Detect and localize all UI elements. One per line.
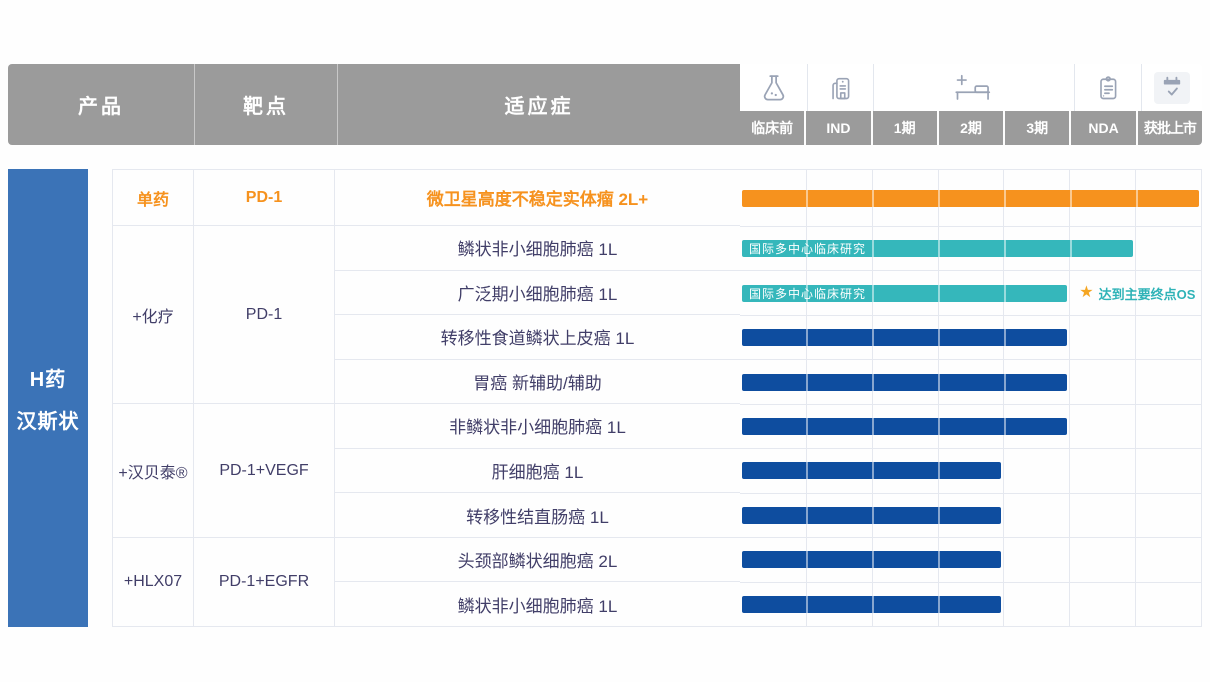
target-pd1-chemo: PD-1 <box>194 226 335 404</box>
flask-icon <box>740 64 807 111</box>
product-group-hanbeitai: +汉贝泰® <box>112 404 194 538</box>
bar-label: 国际多中心临床研究 <box>742 240 866 257</box>
star-icon: ★ <box>1079 285 1093 301</box>
hospital-bed-icon <box>873 64 1074 111</box>
drug-name-line2: 汉斯状 <box>17 405 80 434</box>
stage-bar-phase2 <box>742 596 1001 613</box>
stage-bar-phase2 <box>742 462 1001 479</box>
stage-bar-row: 国际多中心临床研究 ★ 达到主要终点OS <box>740 271 1201 315</box>
stage-bar-row <box>740 316 1201 360</box>
clipboard-icon <box>1074 64 1141 111</box>
stage-ind: IND <box>804 111 870 145</box>
indication-label: 转移性结直肠癌 1L <box>335 493 740 538</box>
stage-bar-phase2 <box>742 507 1001 524</box>
pipeline-chart: 产品 靶点 适应症 <box>0 0 1210 682</box>
indication-label: 胃癌 新辅助/辅助 <box>335 360 740 405</box>
indication-label: 非鳞状非小细胞肺癌 1L <box>335 404 740 449</box>
stage-header: 临床前 IND 1期 2期 3期 NDA 获批上市 <box>740 64 1202 145</box>
indication-label: 肝细胞癌 1L <box>335 449 740 494</box>
calendar-check-chip <box>1154 72 1190 104</box>
indication-label: 鳞状非小细胞肺癌 1L <box>335 226 740 271</box>
indication-label: 转移性食道鳞状上皮癌 1L <box>335 315 740 360</box>
target-pd1-mono: PD-1 <box>194 169 335 226</box>
product-group-chemo: +化疗 <box>112 226 194 404</box>
stage-bar-phase2 <box>742 551 1001 568</box>
stage-phase3: 3期 <box>1003 111 1069 145</box>
indication-label: 微卫星高度不稳定实体瘤 2L+ <box>335 169 740 226</box>
stage-label-strip: 临床前 IND 1期 2期 3期 NDA 获批上市 <box>740 111 1202 145</box>
stage-approved: 获批上市 <box>1136 111 1202 145</box>
stage-phase1: 1期 <box>871 111 937 145</box>
stage-bar-phase3: 国际多中心临床研究 <box>742 285 1067 302</box>
stage-bar-phase3 <box>742 329 1067 346</box>
indication-label: 头颈部鳞状细胞癌 2L <box>335 538 740 583</box>
header-indication: 适应症 <box>337 64 740 145</box>
stage-bar-row <box>740 405 1201 449</box>
stage-bar-row <box>740 494 1201 538</box>
endpoint-annotation: ★ 达到主要终点OS <box>1079 284 1195 303</box>
stage-bar-row <box>740 360 1201 404</box>
drug-sidebar: H药 汉斯状 <box>8 169 88 627</box>
header-target: 靶点 <box>194 64 337 145</box>
building-icon <box>807 64 873 111</box>
pipeline-table: 单药 +化疗 +汉贝泰® +HLX07 PD-1 PD-1 PD-1+VEGF … <box>112 169 1202 627</box>
stage-bar-row <box>740 583 1201 627</box>
stage-bar-row <box>740 170 1201 227</box>
target-pd1-vegf: PD-1+VEGF <box>194 404 335 538</box>
stage-bar-row: 国际多中心临床研究 <box>740 227 1201 271</box>
calendar-check-icon <box>1141 64 1202 111</box>
stage-bar-row <box>740 538 1201 582</box>
stage-bar-nda: 国际多中心临床研究 <box>742 240 1133 257</box>
product-group-hlx07: +HLX07 <box>112 538 194 627</box>
product-group-mono: 单药 <box>112 169 194 226</box>
indication-label: 广泛期小细胞肺癌 1L <box>335 271 740 316</box>
stage-phase2: 2期 <box>937 111 1003 145</box>
stage-preclinical: 临床前 <box>740 111 804 145</box>
stage-bar-phase3 <box>742 418 1067 435</box>
stage-bar-phase3 <box>742 374 1067 391</box>
header-product: 产品 <box>8 64 194 145</box>
stage-bar-approved <box>742 190 1199 207</box>
stage-chart-area: 国际多中心临床研究 国际多中心临床研究 ★ 达到主要终点OS <box>740 169 1202 627</box>
indication-label: 鳞状非小细胞肺癌 1L <box>335 582 740 627</box>
drug-name-line1: H药 <box>30 363 66 392</box>
endpoint-annotation-text: 达到主要终点OS <box>1099 284 1196 303</box>
table-header: 产品 靶点 适应症 <box>8 64 740 145</box>
bar-label: 国际多中心临床研究 <box>742 285 866 302</box>
target-pd1-egfr: PD-1+EGFR <box>194 538 335 627</box>
stage-nda: NDA <box>1069 111 1135 145</box>
stage-icon-strip <box>740 64 1202 111</box>
stage-bar-row <box>740 449 1201 493</box>
